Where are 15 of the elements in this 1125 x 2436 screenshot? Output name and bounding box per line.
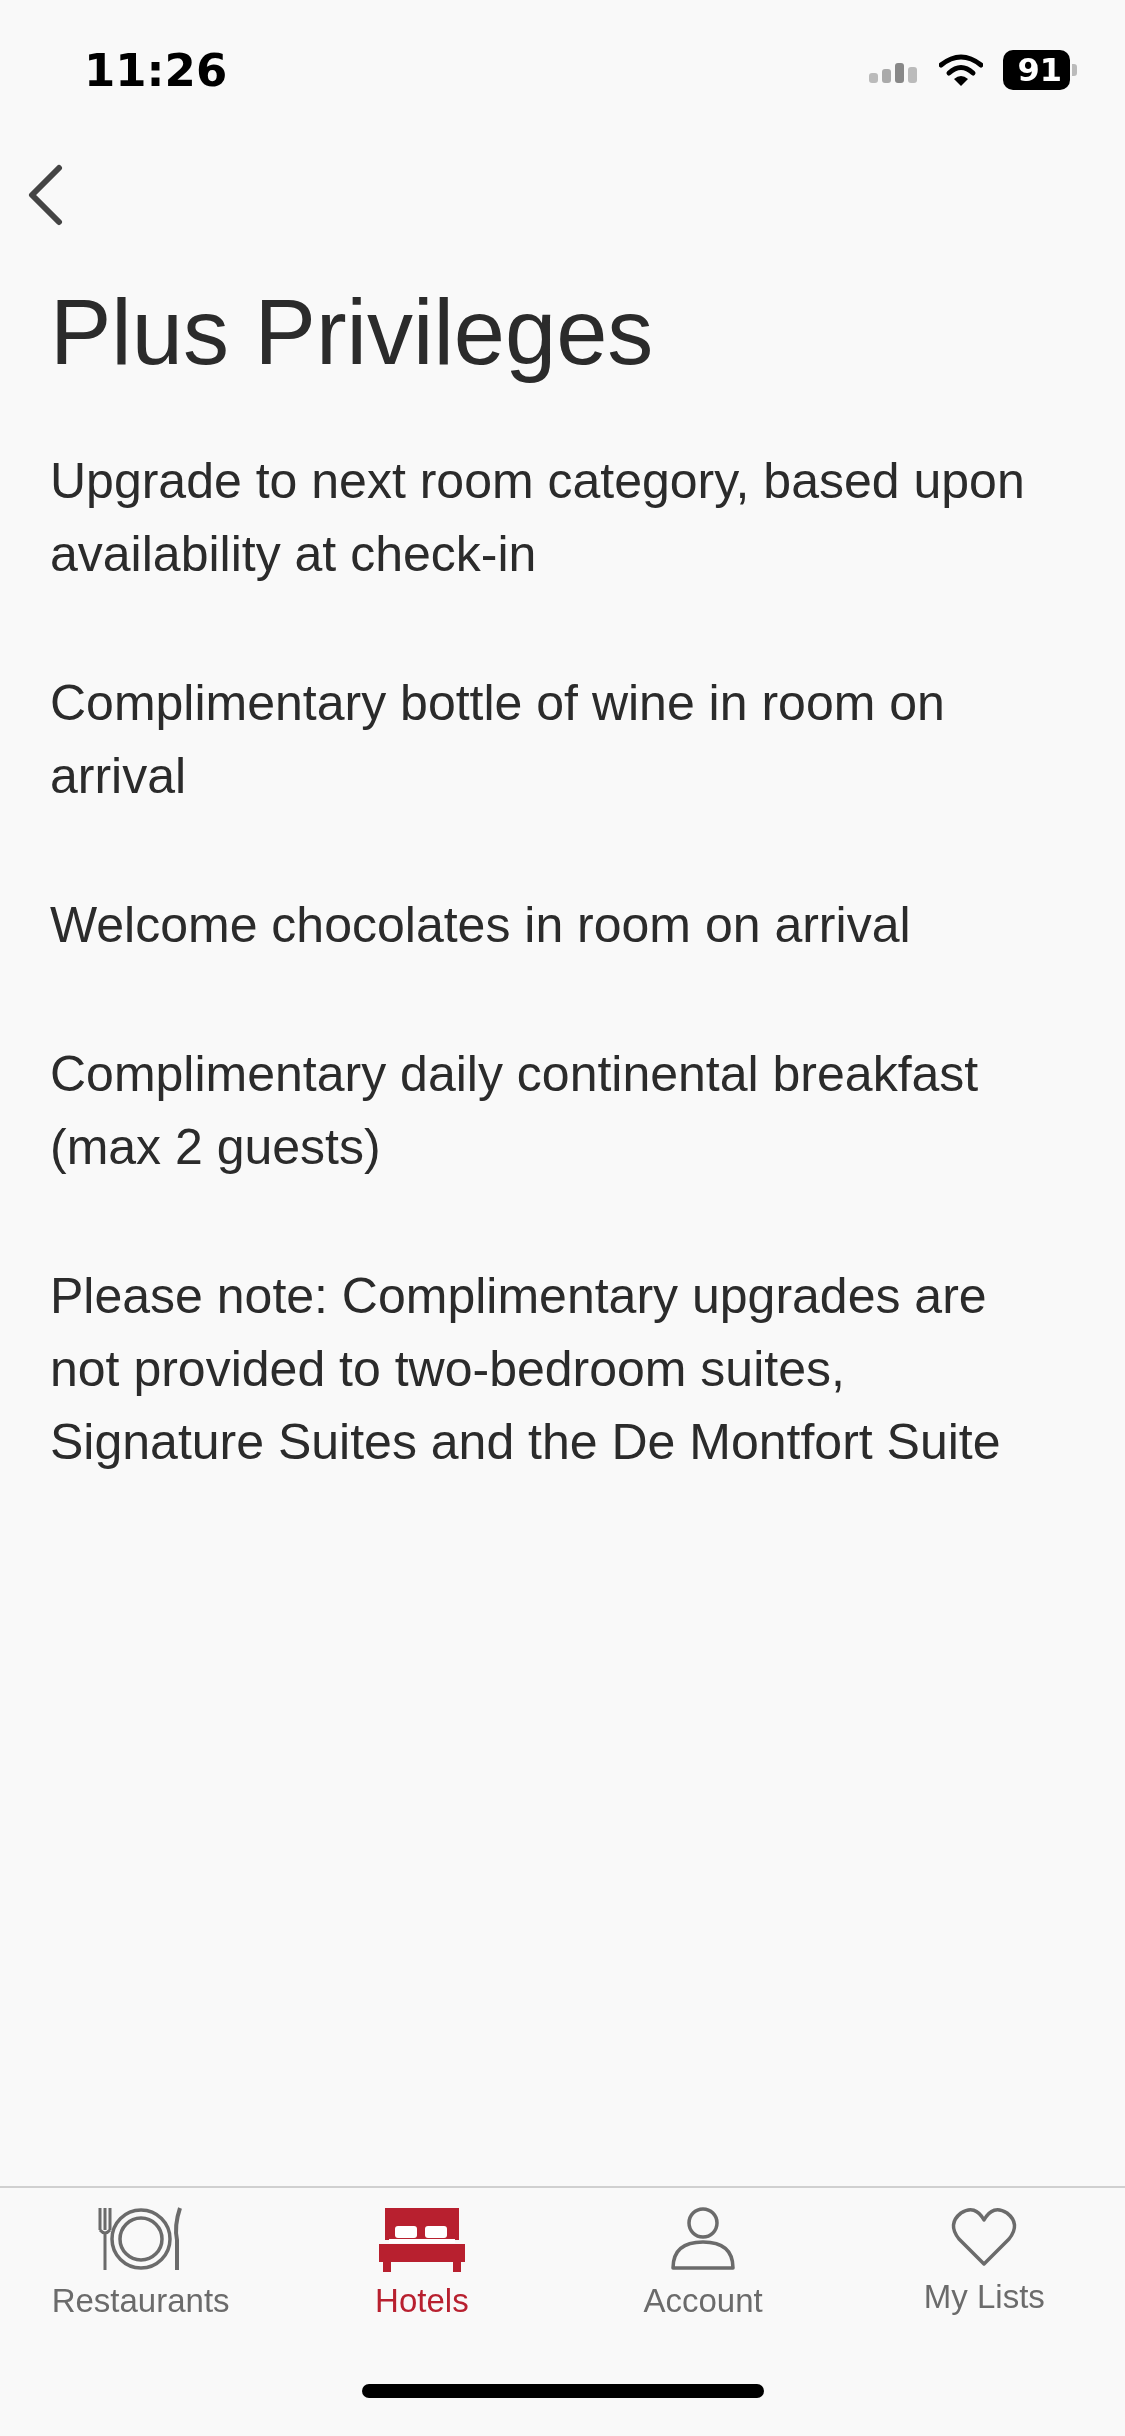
status-time: 11:26 [84,43,228,97]
wifi-icon [939,53,984,87]
bed-icon [376,2206,467,2272]
tab-item[interactable]: Account [562,2206,844,2346]
privilege-text: Please note: Complimentary upgrades are not provided to two-bedroom suites, Signature Suites and the De Montfort Suite [50,1267,1002,1472]
person-icon [670,2206,737,2272]
tab-item[interactable]: My Lists [843,2206,1125,2346]
privilege-text: Upgrade to next room category, based upon availability at check-in [50,452,1026,584]
privilege-text: Complimentary daily continental breakfast (max 2 guests) [50,1045,980,1177]
tab-item[interactable]: Restaurants [0,2206,282,2346]
page-title: Plus Privileges [50,280,655,385]
privilege-text: Welcome chocolates in room on arrival [50,896,912,955]
tab-item[interactable]: Hotels [281,2206,563,2346]
heart-icon [951,2206,1018,2268]
privilege-text: Complimentary bottle of wine in room on arrival [50,674,946,806]
